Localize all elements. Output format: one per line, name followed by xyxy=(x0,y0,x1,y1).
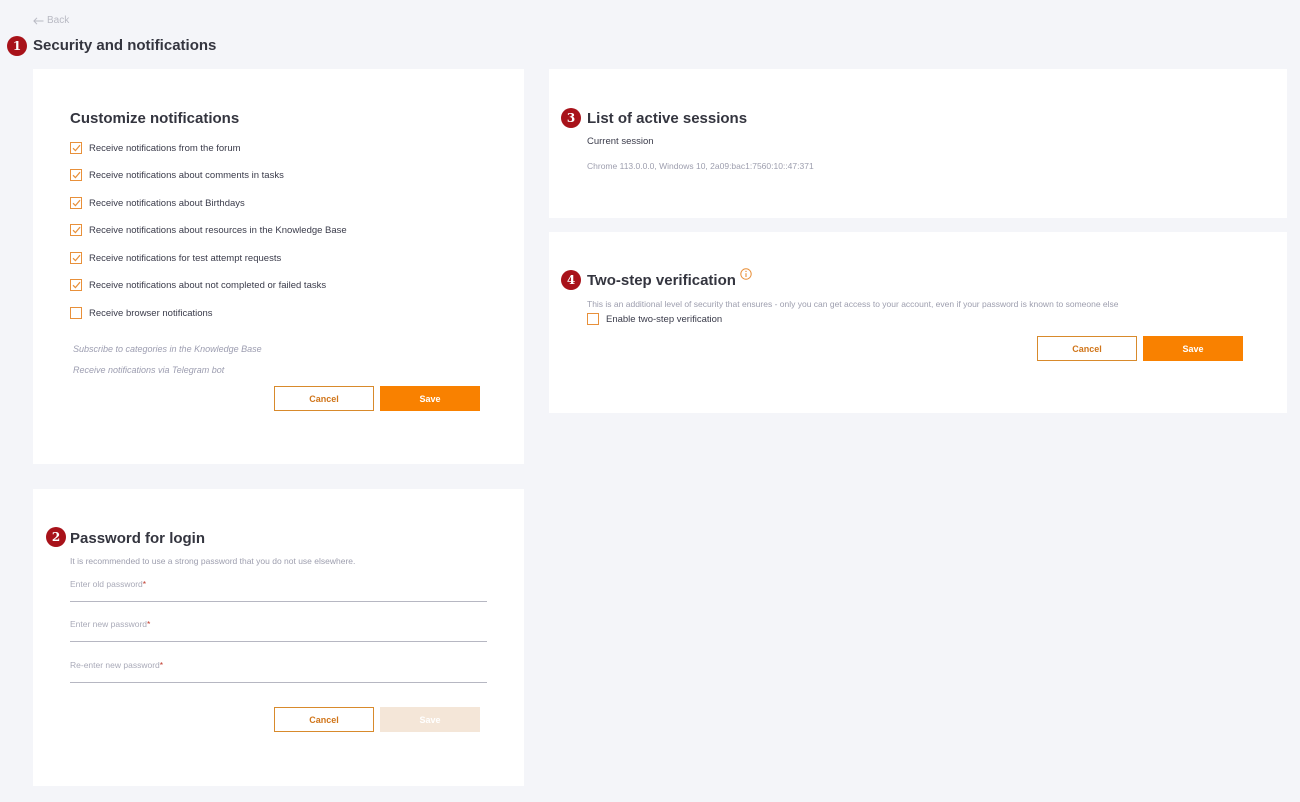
new-password-field[interactable]: Enter new password* xyxy=(70,619,487,642)
checkbox-checked-icon[interactable] xyxy=(70,142,82,154)
sessions-title: List of active sessions xyxy=(587,110,748,127)
option-comments-in-tasks[interactable]: Receive notifications about comments in … xyxy=(70,169,284,181)
step-badge-4: 4 xyxy=(561,270,581,290)
current-session-label: Current session xyxy=(587,136,654,147)
two-step-cancel-button[interactable]: Cancel xyxy=(1037,336,1137,361)
page-title: Security and notifications xyxy=(33,37,217,54)
enable-two-step-option[interactable]: Enable two-step verification xyxy=(587,313,722,325)
checkbox-unchecked-icon[interactable] xyxy=(70,307,82,319)
sessions-card: List of active sessions Current session … xyxy=(549,69,1287,218)
old-password-field[interactable]: Enter old password* xyxy=(70,579,487,602)
confirm-password-label: Re-enter new password xyxy=(70,660,160,670)
option-label: Receive notifications about comments in … xyxy=(89,169,284,181)
option-test-attempts[interactable]: Receive notifications for test attempt r… xyxy=(70,252,281,264)
password-hint: It is recommended to use a strong passwo… xyxy=(70,556,356,566)
option-knowledge-base[interactable]: Receive notifications about resources in… xyxy=(70,224,347,236)
checkbox-checked-icon[interactable] xyxy=(70,197,82,209)
option-failed-tasks[interactable]: Receive notifications about not complete… xyxy=(70,279,326,291)
notifications-cancel-button[interactable]: Cancel xyxy=(274,386,374,411)
option-label: Receive browser notifications xyxy=(89,307,213,319)
telegram-bot-link[interactable]: Receive notifications via Telegram bot xyxy=(73,365,224,375)
step-badge-3: 3 xyxy=(561,108,581,128)
password-cancel-button[interactable]: Cancel xyxy=(274,707,374,732)
option-label: Receive notifications about not complete… xyxy=(89,279,327,291)
option-birthdays[interactable]: Receive notifications about Birthdays xyxy=(70,197,245,209)
required-mark: * xyxy=(142,579,147,589)
step-badge-1: 1 xyxy=(7,36,27,56)
two-step-title: Two-step verification xyxy=(587,272,736,289)
back-link[interactable]: Back xyxy=(33,15,69,26)
option-label: Receive notifications from the forum xyxy=(89,142,241,154)
subscribe-categories-link[interactable]: Subscribe to categories in the Knowledge… xyxy=(73,344,262,354)
option-label: Receive notifications about Birthdays xyxy=(89,197,245,209)
session-detail: Chrome 113.0.0.0, Windows 10, 2a09:bac1:… xyxy=(587,161,814,171)
new-password-label: Enter new password xyxy=(70,619,148,629)
checkbox-checked-icon[interactable] xyxy=(70,252,82,264)
checkbox-unchecked-icon[interactable] xyxy=(587,313,599,325)
two-step-save-button[interactable]: Save xyxy=(1143,336,1243,361)
checkbox-checked-icon[interactable] xyxy=(70,169,82,181)
option-label: Receive notifications about resources in… xyxy=(89,224,347,236)
old-password-label: Enter old password xyxy=(70,579,143,589)
info-icon[interactable] xyxy=(740,268,752,280)
confirm-password-field[interactable]: Re-enter new password* xyxy=(70,660,487,683)
password-card: Password for login It is recommended to … xyxy=(33,489,524,786)
checkbox-checked-icon[interactable] xyxy=(70,224,82,236)
arrow-left-icon xyxy=(33,16,44,25)
notifications-card: Customize notifications Receive notifica… xyxy=(33,69,524,464)
option-browser-notifications[interactable]: Receive browser notifications xyxy=(70,307,213,319)
option-label: Receive notifications for test attempt r… xyxy=(89,252,282,264)
checkbox-checked-icon[interactable] xyxy=(70,279,82,291)
enable-two-step-label: Enable two-step verification xyxy=(606,313,723,325)
step-badge-2: 2 xyxy=(46,527,66,547)
two-step-description: This is an additional level of security … xyxy=(587,299,1119,309)
password-title: Password for login xyxy=(70,530,206,547)
back-label: Back xyxy=(47,15,70,26)
required-mark: * xyxy=(147,619,151,629)
notifications-title: Customize notifications xyxy=(70,110,240,127)
password-save-button[interactable]: Save xyxy=(380,707,480,732)
notifications-save-button[interactable]: Save xyxy=(380,386,480,411)
two-step-card: Two-step verification This is an additio… xyxy=(549,232,1287,413)
option-forum[interactable]: Receive notifications from the forum xyxy=(70,142,241,154)
required-mark: * xyxy=(159,660,164,670)
